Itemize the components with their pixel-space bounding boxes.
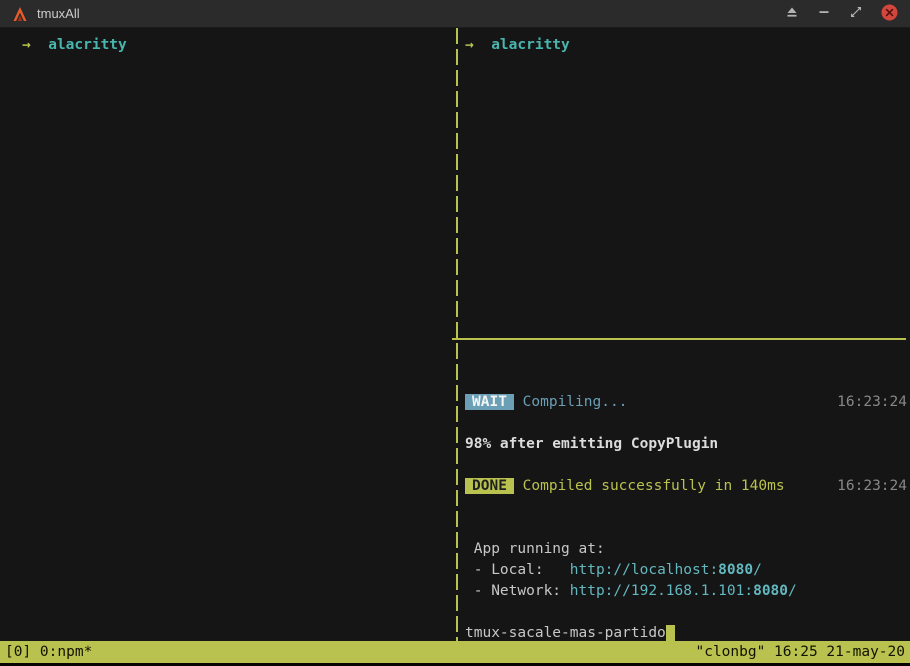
terminal-right-column: → alacritty WAIT Compiling... 16:23:24 98%…	[461, 28, 910, 641]
window-titlebar[interactable]: tmuxAll	[0, 0, 910, 28]
terminal-line	[465, 413, 910, 434]
window-controls	[785, 4, 898, 24]
pane-divider-vertical[interactable]	[452, 28, 461, 641]
terminal-line: - Network: http://192.168.1.101:8080/	[465, 581, 910, 602]
window-title: tmuxAll	[37, 6, 80, 21]
resize-diagonal-icon	[849, 5, 863, 22]
text-cursor	[666, 625, 675, 641]
terminal-text: →	[22, 37, 31, 53]
wait-badge: WAIT	[465, 394, 514, 410]
timestamp: 16:23:24	[837, 478, 907, 494]
eject-icon	[785, 5, 799, 22]
terminal-line: → alacritty	[22, 35, 452, 56]
alacritty-app-icon	[12, 6, 28, 22]
maximize-button[interactable]	[849, 5, 863, 22]
terminal-text: - Network:	[465, 583, 570, 599]
terminal-text: alacritty	[48, 37, 127, 53]
terminal-line	[465, 371, 910, 392]
terminal-line: tmux-sacale-mas-partido	[465, 623, 910, 641]
terminal-line: - Local: http://localhost:8080/	[465, 560, 910, 581]
terminal-text	[514, 478, 523, 494]
terminal-line: 98% after emitting CopyPlugin	[465, 434, 910, 455]
keep-above-button[interactable]	[785, 5, 799, 22]
close-button[interactable]	[881, 4, 898, 24]
network-port: 8080	[753, 583, 788, 599]
typed-command: tmux-sacale-mas-partido	[465, 625, 666, 641]
timestamp: 16:23:24	[837, 394, 907, 410]
terminal-line	[465, 455, 910, 476]
terminal-line	[465, 350, 910, 371]
terminal-line	[465, 518, 910, 539]
terminal-text: →	[465, 37, 474, 53]
terminal-text: Compiled successfully in 140ms	[523, 478, 785, 494]
terminal-text	[474, 37, 491, 53]
pane-divider-horizontal[interactable]	[461, 329, 910, 350]
minimize-icon	[817, 5, 831, 22]
terminal-text: /	[753, 562, 762, 578]
local-port: 8080	[718, 562, 753, 578]
terminal-text	[31, 37, 48, 53]
terminal-area: → alacritty → alacritty WAIT Compiling..…	[0, 28, 910, 641]
terminal-line: App running at:	[465, 539, 910, 560]
network-url: http://192.168.1.101:	[570, 583, 753, 599]
tmux-status-bar: [0] 0:npm* "clonbg" 16:25 21-may-20	[0, 641, 910, 663]
close-icon	[881, 4, 898, 24]
terminal-line: DONE Compiled successfully in 140ms 16:23…	[465, 476, 910, 497]
terminal-pane-left[interactable]: → alacritty	[0, 28, 452, 641]
terminal-text: /	[788, 583, 797, 599]
status-session-info: "clonbg" 16:25 21-may-20	[695, 644, 905, 660]
terminal-line: WAIT Compiling... 16:23:24	[465, 392, 910, 413]
terminal-line	[465, 497, 910, 518]
terminal-text: - Local:	[465, 562, 570, 578]
terminal-text: Compiling...	[523, 394, 628, 410]
alacritty-window: tmuxAll	[0, 0, 910, 666]
done-badge: DONE	[465, 478, 514, 494]
terminal-text: alacritty	[491, 37, 570, 53]
terminal-line: → alacritty	[465, 35, 910, 56]
terminal-text: 98% after emitting CopyPlugin	[465, 436, 718, 452]
terminal-line	[465, 602, 910, 623]
terminal-text	[514, 394, 523, 410]
status-window-list[interactable]: [0] 0:npm*	[5, 644, 92, 660]
terminal-text: App running at:	[465, 541, 605, 557]
terminal-pane-right-top[interactable]: → alacritty	[461, 28, 910, 329]
minimize-button[interactable]	[817, 5, 831, 22]
local-url: http://localhost:	[570, 562, 718, 578]
terminal-pane-right-bottom[interactable]: WAIT Compiling... 16:23:24 98% after emitt…	[461, 350, 910, 641]
